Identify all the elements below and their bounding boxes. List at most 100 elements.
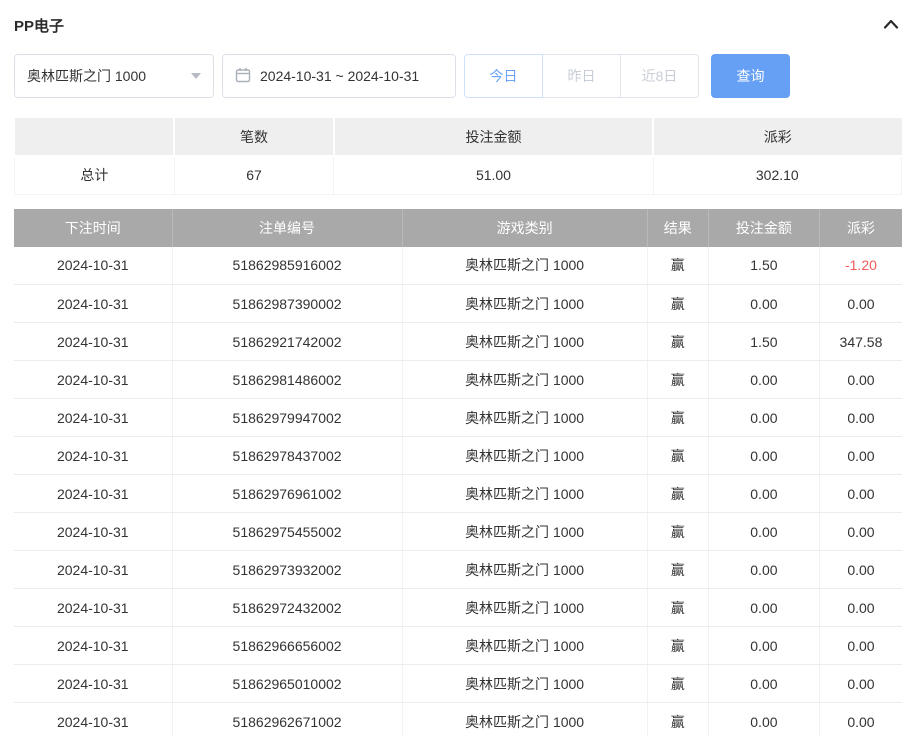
detail-header-payout: 派彩	[819, 209, 902, 247]
cell-game-category: 奥林匹斯之门 1000	[402, 589, 647, 627]
cell-game-category: 奥林匹斯之门 1000	[402, 703, 647, 736]
cell-bet-time: 2024-10-31	[14, 551, 172, 589]
cell-order-no: 51862965010002	[172, 665, 402, 703]
table-row: 2024-10-31 51862965010002 奥林匹斯之门 1000 赢 …	[14, 665, 902, 703]
table-row: 2024-10-31 51862987390002 奥林匹斯之门 1000 赢 …	[14, 285, 902, 323]
chevron-up-icon	[882, 17, 900, 34]
page-title: PP电子	[14, 15, 64, 36]
game-select[interactable]: 奥林匹斯之门 1000	[14, 54, 214, 98]
game-select-value: 奥林匹斯之门 1000	[27, 66, 146, 86]
summary-header-count: 笔数	[174, 118, 334, 156]
table-row: 2024-10-31 51862981486002 奥林匹斯之门 1000 赢 …	[14, 361, 902, 399]
cell-game-category: 奥林匹斯之门 1000	[402, 323, 647, 361]
detail-header-bet-amount: 投注金额	[708, 209, 819, 247]
cell-bet-time: 2024-10-31	[14, 437, 172, 475]
caret-down-icon	[191, 73, 201, 79]
cell-game-category: 奥林匹斯之门 1000	[402, 285, 647, 323]
cell-result: 赢	[647, 247, 708, 285]
detail-header-result: 结果	[647, 209, 708, 247]
cell-bet-amount: 1.50	[708, 247, 819, 285]
cell-bet-amount: 0.00	[708, 285, 819, 323]
table-row: 2024-10-31 51862972432002 奥林匹斯之门 1000 赢 …	[14, 589, 902, 627]
summary-header-row: 笔数 投注金额 派彩	[15, 118, 902, 156]
report-panel: PP电子 奥林匹斯之门 1000 2024-10-31 ~	[0, 0, 916, 736]
cell-order-no: 51862979947002	[172, 399, 402, 437]
cell-payout: 347.58	[819, 323, 902, 361]
table-row: 2024-10-31 51862985916002 奥林匹斯之门 1000 赢 …	[14, 247, 902, 285]
date-range-picker[interactable]: 2024-10-31 ~ 2024-10-31	[222, 54, 456, 98]
summary-header-bet-amount: 投注金额	[334, 118, 653, 156]
cell-bet-amount: 0.00	[708, 703, 819, 736]
table-row: 2024-10-31 51862966656002 奥林匹斯之门 1000 赢 …	[14, 627, 902, 665]
cell-bet-amount: 1.50	[708, 323, 819, 361]
cell-order-no: 51862981486002	[172, 361, 402, 399]
cell-payout: 0.00	[819, 513, 902, 551]
cell-order-no: 51862921742002	[172, 323, 402, 361]
summary-total-label: 总计	[15, 156, 175, 194]
cell-payout: 0.00	[819, 665, 902, 703]
cell-result: 赢	[647, 437, 708, 475]
summary-header-empty	[15, 118, 175, 156]
query-button[interactable]: 查询	[711, 54, 790, 98]
cell-bet-time: 2024-10-31	[14, 627, 172, 665]
cell-game-category: 奥林匹斯之门 1000	[402, 247, 647, 285]
cell-game-category: 奥林匹斯之门 1000	[402, 627, 647, 665]
summary-total-row: 总计 67 51.00 302.10	[15, 156, 902, 194]
summary-table: 笔数 投注金额 派彩 总计 67 51.00 302.10	[14, 118, 902, 195]
cell-bet-amount: 0.00	[708, 665, 819, 703]
cell-bet-amount: 0.00	[708, 513, 819, 551]
filter-bar: 奥林匹斯之门 1000 2024-10-31 ~ 2024-10-31 今日 昨…	[14, 54, 902, 98]
cell-payout: -1.20	[819, 247, 902, 285]
cell-bet-amount: 0.00	[708, 475, 819, 513]
table-row: 2024-10-31 51862975455002 奥林匹斯之门 1000 赢 …	[14, 513, 902, 551]
quick-btn-yesterday[interactable]: 昨日	[542, 54, 621, 98]
cell-bet-amount: 0.00	[708, 399, 819, 437]
cell-payout: 0.00	[819, 703, 902, 736]
cell-result: 赢	[647, 399, 708, 437]
cell-game-category: 奥林匹斯之门 1000	[402, 437, 647, 475]
detail-table-body: 2024-10-31 51862985916002 奥林匹斯之门 1000 赢 …	[14, 247, 902, 736]
cell-order-no: 51862975455002	[172, 513, 402, 551]
cell-bet-time: 2024-10-31	[14, 665, 172, 703]
cell-bet-amount: 0.00	[708, 437, 819, 475]
detail-header-game-category: 游戏类别	[402, 209, 647, 247]
cell-bet-amount: 0.00	[708, 361, 819, 399]
cell-payout: 0.00	[819, 437, 902, 475]
summary-header-payout: 派彩	[653, 118, 901, 156]
cell-order-no: 51862976961002	[172, 475, 402, 513]
detail-header-order-no: 注单编号	[172, 209, 402, 247]
cell-bet-time: 2024-10-31	[14, 247, 172, 285]
cell-payout: 0.00	[819, 627, 902, 665]
cell-game-category: 奥林匹斯之门 1000	[402, 399, 647, 437]
cell-result: 赢	[647, 589, 708, 627]
cell-game-category: 奥林匹斯之门 1000	[402, 551, 647, 589]
panel-header: PP电子	[14, 12, 902, 38]
cell-result: 赢	[647, 513, 708, 551]
cell-bet-amount: 0.00	[708, 627, 819, 665]
cell-result: 赢	[647, 703, 708, 736]
cell-bet-time: 2024-10-31	[14, 513, 172, 551]
detail-table: 下注时间 注单编号 游戏类别 结果 投注金额 派彩 2024-10-31 518…	[14, 209, 902, 736]
cell-bet-amount: 0.00	[708, 589, 819, 627]
cell-bet-time: 2024-10-31	[14, 589, 172, 627]
quick-btn-last8days[interactable]: 近8日	[620, 54, 699, 98]
table-row: 2024-10-31 51862962671002 奥林匹斯之门 1000 赢 …	[14, 703, 902, 736]
cell-game-category: 奥林匹斯之门 1000	[402, 361, 647, 399]
collapse-button[interactable]	[880, 15, 902, 36]
cell-order-no: 51862985916002	[172, 247, 402, 285]
cell-result: 赢	[647, 551, 708, 589]
cell-result: 赢	[647, 361, 708, 399]
cell-result: 赢	[647, 475, 708, 513]
cell-result: 赢	[647, 323, 708, 361]
table-row: 2024-10-31 51862979947002 奥林匹斯之门 1000 赢 …	[14, 399, 902, 437]
cell-result: 赢	[647, 627, 708, 665]
cell-order-no: 51862978437002	[172, 437, 402, 475]
detail-table-wrap: 下注时间 注单编号 游戏类别 结果 投注金额 派彩 2024-10-31 518…	[14, 209, 902, 736]
cell-result: 赢	[647, 665, 708, 703]
cell-payout: 0.00	[819, 589, 902, 627]
cell-bet-time: 2024-10-31	[14, 399, 172, 437]
table-row: 2024-10-31 51862976961002 奥林匹斯之门 1000 赢 …	[14, 475, 902, 513]
quick-btn-today[interactable]: 今日	[464, 54, 543, 98]
cell-payout: 0.00	[819, 475, 902, 513]
cell-bet-time: 2024-10-31	[14, 361, 172, 399]
